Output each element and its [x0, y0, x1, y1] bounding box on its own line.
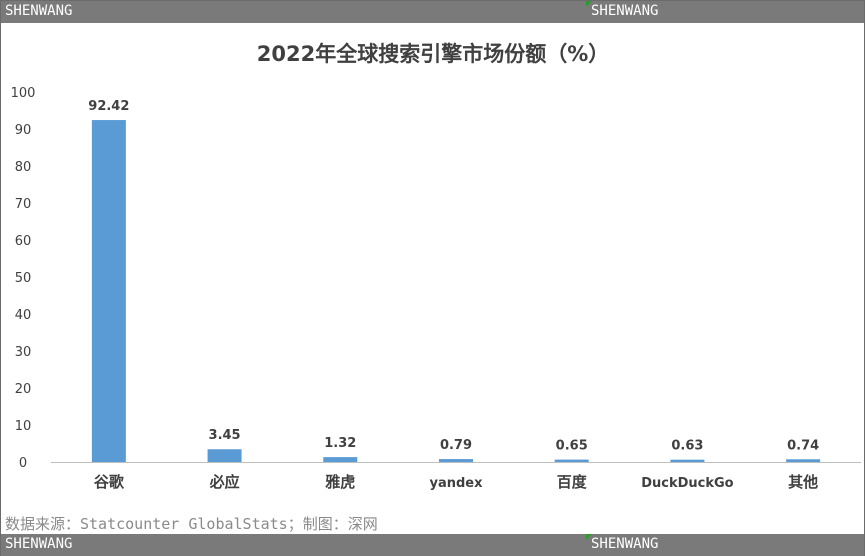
data-label: 0.65 [556, 439, 588, 454]
source-note: 数据来源：Statcounter GlobalStats；制图：深网 [5, 515, 378, 533]
y-tick-label: 0 [19, 456, 27, 471]
x-tick-label: 其他 [788, 473, 818, 491]
x-tick-label: yandex [429, 476, 483, 491]
y-tick-label: 30 [15, 345, 32, 360]
x-axis: 谷歌 必应 雅虎 yandex 百度 DuckDuckGo 其他 [94, 473, 818, 491]
bar [207, 449, 242, 462]
y-tick-label: 10 [15, 419, 32, 434]
watermark-text: SHENWANG [5, 536, 73, 552]
data-label: 0.79 [440, 438, 472, 453]
watermark-text: SHENWANG [5, 3, 73, 19]
bar [439, 459, 473, 462]
bar [786, 459, 821, 462]
watermark-bar-top: SHENWANG SHENWANG [1, 1, 864, 23]
data-label: 3.45 [209, 428, 241, 443]
y-tick-label: 90 [15, 123, 32, 138]
data-label: 1.32 [324, 436, 356, 451]
bar-chart: 2022年全球搜索引擎市场份额（%） 0 10 20 30 40 50 60 70 80 90 10… [11, 42, 861, 491]
x-tick-label: 谷歌 [94, 473, 125, 491]
watermark-bar-bottom: SHENWANG SHENWANG [1, 534, 864, 556]
bar [554, 459, 589, 462]
data-label: 0.74 [787, 438, 819, 453]
bar [323, 457, 358, 462]
chart-frame: SHENWANG SHENWANG 2022年全球搜索引擎市场份额（%） 0 10… [0, 0, 865, 556]
bars: 92.42 3.45 1.32 0.79 0.65 0.63 0.74 [88, 99, 821, 463]
y-tick-label: 60 [15, 234, 32, 249]
x-tick-label: DuckDuckGo [641, 476, 733, 491]
y-tick-label: 20 [15, 382, 32, 397]
bar [670, 459, 705, 462]
chart-area: 2022年全球搜索引擎市场份额（%） 0 10 20 30 40 50 60 70 80 90 10… [1, 27, 864, 511]
y-tick-label: 100 [11, 86, 36, 101]
chart-title: 2022年全球搜索引擎市场份额（%） [257, 42, 610, 66]
watermark-text: SHENWANG [591, 536, 659, 552]
bar [91, 120, 126, 463]
y-axis: 0 10 20 30 40 50 60 70 80 90 100 [11, 86, 36, 471]
data-label: 0.63 [671, 439, 703, 454]
data-label: 92.42 [88, 99, 129, 114]
y-tick-label: 50 [15, 271, 32, 286]
x-tick-label: 必应 [209, 473, 240, 491]
y-tick-label: 70 [15, 197, 32, 212]
y-tick-label: 80 [15, 160, 32, 175]
watermark-text: SHENWANG [591, 3, 659, 19]
x-tick-label: 百度 [557, 473, 588, 491]
x-tick-label: 雅虎 [324, 473, 355, 491]
y-tick-label: 40 [15, 308, 32, 323]
